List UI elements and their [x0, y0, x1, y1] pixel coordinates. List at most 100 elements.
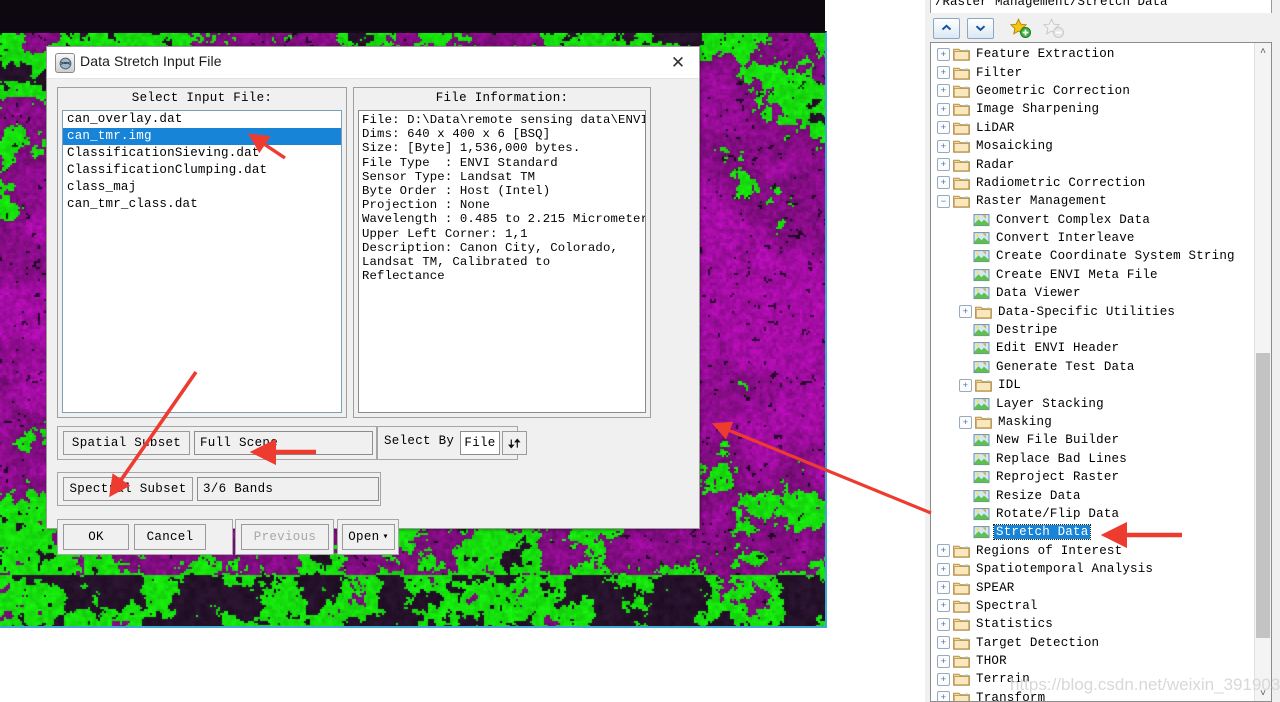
- expand-node-icon[interactable]: +: [937, 121, 950, 135]
- expand-node-icon[interactable]: +: [937, 636, 950, 650]
- expand-node-icon[interactable]: +: [937, 599, 950, 613]
- tree-node-image-sharpening[interactable]: + Image Sharpening: [931, 100, 1255, 118]
- expand-node-icon[interactable]: +: [937, 617, 950, 631]
- tree-node-idl[interactable]: + IDL: [931, 376, 1255, 394]
- expand-node-icon[interactable]: +: [937, 654, 950, 668]
- expand-node-icon[interactable]: +: [937, 544, 950, 558]
- expand-node-icon[interactable]: +: [937, 672, 950, 686]
- tree-node-radiometric-correction[interactable]: + Radiometric Correction: [931, 174, 1255, 192]
- expand-all-button[interactable]: [967, 17, 994, 39]
- file-list-item[interactable]: ClassificationSieving.dat: [63, 145, 341, 162]
- collapse-node-icon[interactable]: −: [937, 194, 950, 208]
- tree-node-resize-data[interactable]: Resize Data: [931, 486, 1255, 504]
- tool-icon-wrap: [973, 507, 994, 521]
- tool-raster-icon: [973, 489, 990, 502]
- collapse-all-button[interactable]: [933, 17, 960, 39]
- tool-raster-icon: [973, 452, 990, 465]
- expand-node-icon[interactable]: +: [937, 158, 950, 172]
- tree-node-rotate-flip-data[interactable]: Rotate/Flip Data: [931, 505, 1255, 523]
- scroll-down-button[interactable]: ˅: [1255, 685, 1271, 701]
- tree-node-new-file-builder[interactable]: New File Builder: [931, 431, 1255, 449]
- tree-node-filter[interactable]: + Filter: [931, 63, 1255, 81]
- tree-node-transform[interactable]: + Transform: [931, 689, 1255, 701]
- tree-node-stretch-data[interactable]: Stretch Data: [931, 523, 1255, 541]
- expand-node-icon[interactable]: +: [937, 139, 950, 153]
- input-file-list[interactable]: can_overlay.dat can_tmr.img Classification…: [62, 110, 342, 413]
- expand-node-icon[interactable]: +: [937, 691, 950, 701]
- tree-node-radar[interactable]: + Radar: [931, 155, 1255, 173]
- toolbox-tree-panel: + Feature Extraction + Filter + Geometric Cor…: [930, 42, 1272, 702]
- tree-scrollbar[interactable]: ˄ ˅: [1254, 43, 1271, 701]
- tree-node-terrain[interactable]: + Terrain: [931, 670, 1255, 688]
- expand-node-icon[interactable]: +: [959, 415, 972, 429]
- expand-node-icon[interactable]: +: [937, 84, 950, 98]
- expand-node-icon[interactable]: +: [937, 581, 950, 595]
- tree-node-regions-of-interest[interactable]: + Regions of Interest: [931, 542, 1255, 560]
- expand-node-icon[interactable]: +: [959, 378, 972, 392]
- tree-node-label: Mosaicking: [976, 139, 1054, 154]
- tree-node-spatiotemporal-analysis[interactable]: + Spatiotemporal Analysis: [931, 560, 1255, 578]
- file-info-line: Size: [Byte] 1,536,000 bytes.: [362, 141, 581, 156]
- ok-button[interactable]: OK: [63, 524, 129, 550]
- tree-node-geometric-correction[interactable]: + Geometric Correction: [931, 82, 1255, 100]
- spectral-subset-value: 3/6 Bands: [197, 477, 379, 501]
- tree-node-mosaicking[interactable]: + Mosaicking: [931, 137, 1255, 155]
- tree-node-thor[interactable]: + THOR: [931, 652, 1255, 670]
- expand-node-icon[interactable]: +: [937, 176, 950, 190]
- tree-node-statistics[interactable]: + Statistics: [931, 615, 1255, 633]
- file-list-item[interactable]: can_tmr.img: [63, 128, 341, 145]
- tree-node-reproject-raster[interactable]: Reproject Raster: [931, 468, 1255, 486]
- tree-node-convert-interleave[interactable]: Convert Interleave: [931, 229, 1255, 247]
- scroll-up-button[interactable]: ˄: [1255, 43, 1271, 59]
- folder-icon-wrap: [953, 84, 974, 98]
- file-list-item[interactable]: can_overlay.dat: [63, 111, 341, 128]
- tree-node-spectral[interactable]: + Spectral: [931, 597, 1255, 615]
- file-list-item[interactable]: can_tmr_class.dat: [63, 196, 341, 213]
- file-list-item[interactable]: ClassificationClumping.dat: [63, 162, 341, 179]
- spatial-subset-button[interactable]: Spatial Subset: [63, 431, 190, 455]
- tree-node-label: Replace Bad Lines: [996, 451, 1127, 466]
- toolbox-tree[interactable]: + Feature Extraction + Filter + Geometric Cor…: [931, 45, 1255, 701]
- tree-node-lidar[interactable]: + LiDAR: [931, 119, 1255, 137]
- folder-icon-wrap: [953, 562, 974, 576]
- tree-node-masking[interactable]: + Masking: [931, 413, 1255, 431]
- close-icon[interactable]: ✕: [665, 51, 691, 75]
- tree-node-create-envi-meta-file[interactable]: Create ENVI Meta File: [931, 266, 1255, 284]
- sort-updown-icon[interactable]: [502, 431, 527, 455]
- expand-node-icon[interactable]: +: [937, 102, 950, 116]
- tree-node-raster-management[interactable]: − Raster Management: [931, 192, 1255, 210]
- tree-node-layer-stacking[interactable]: Layer Stacking: [931, 394, 1255, 412]
- tree-node-create-coordinate-system-string[interactable]: Create Coordinate System String: [931, 247, 1255, 265]
- select-by-value[interactable]: File: [460, 431, 500, 455]
- tree-node-label: Target Detection: [976, 635, 1100, 650]
- tree-node-data-viewer[interactable]: Data Viewer: [931, 284, 1255, 302]
- tree-node-edit-envi-header[interactable]: Edit ENVI Header: [931, 339, 1255, 357]
- tree-node-replace-bad-lines[interactable]: Replace Bad Lines: [931, 450, 1255, 468]
- folder-icon: [953, 159, 970, 172]
- file-list-item[interactable]: class_maj: [63, 179, 341, 196]
- tree-node-generate-test-data[interactable]: Generate Test Data: [931, 358, 1255, 376]
- expand-node-icon[interactable]: +: [937, 66, 950, 80]
- spectral-subset-button[interactable]: Spectral Subset: [63, 477, 193, 501]
- star-remove-icon[interactable]: [1040, 16, 1066, 40]
- expand-node-icon[interactable]: +: [959, 305, 972, 319]
- tree-node-data-specific-utilities[interactable]: + Data-Specific Utilities: [931, 302, 1255, 320]
- tree-node-spear[interactable]: + SPEAR: [931, 578, 1255, 596]
- cancel-button[interactable]: Cancel: [134, 524, 206, 550]
- tree-node-feature-extraction[interactable]: + Feature Extraction: [931, 45, 1255, 63]
- expand-node-icon[interactable]: +: [937, 47, 950, 61]
- star-add-icon[interactable]: [1007, 16, 1033, 40]
- open-button[interactable]: Open ▾: [342, 524, 395, 550]
- tree-node-target-detection[interactable]: + Target Detection: [931, 634, 1255, 652]
- scrollbar-thumb[interactable]: [1256, 353, 1270, 638]
- tool-icon-wrap: [973, 286, 994, 300]
- expand-node-icon[interactable]: +: [937, 562, 950, 576]
- tree-node-convert-complex-data[interactable]: Convert Complex Data: [931, 211, 1255, 229]
- tree-node-destripe[interactable]: Destripe: [931, 321, 1255, 339]
- tool-icon-wrap: [973, 213, 994, 227]
